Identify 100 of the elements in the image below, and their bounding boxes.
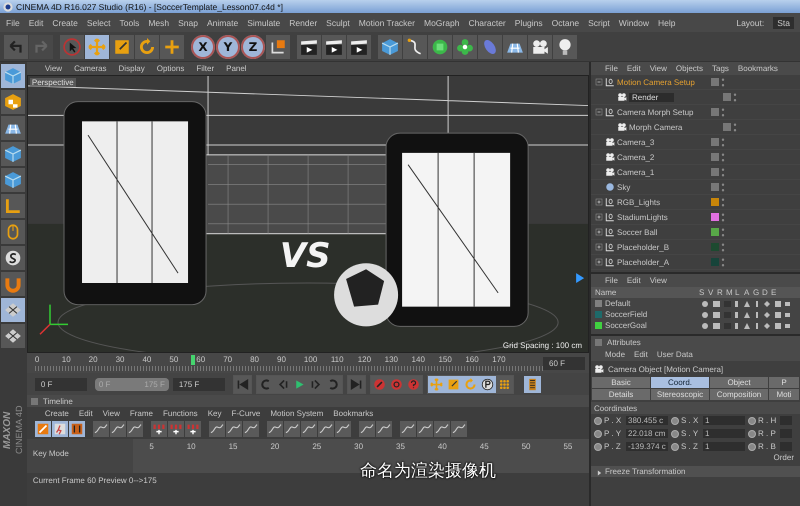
timeline-tool-button[interactable] [34, 421, 51, 437]
menu-item[interactable]: Create [44, 408, 69, 418]
attribute-tab[interactable]: Stereoscopic [651, 389, 709, 400]
visibility-dots-icon[interactable] [721, 106, 725, 118]
tool-button[interactable] [1, 194, 26, 218]
menu-item[interactable]: Motion System [270, 408, 324, 418]
object-name[interactable]: Camera_2 [617, 152, 654, 162]
menu-item[interactable]: Snap [178, 18, 198, 28]
layer-name[interactable]: SoccerGoal [605, 321, 647, 330]
current-frame-field[interactable]: 60 F [543, 356, 585, 370]
toolbar-button[interactable] [503, 34, 527, 58]
menu-item[interactable]: Mesh [148, 18, 170, 28]
menu-item[interactable]: Character [468, 18, 506, 28]
menu-item[interactable]: Tags [712, 64, 729, 73]
menu-item[interactable]: Cameras [74, 64, 107, 73]
attribute-tab[interactable]: Coord. [651, 377, 709, 388]
visibility-dots-icon[interactable] [721, 196, 725, 208]
tool-button[interactable] [1, 220, 26, 244]
object-name[interactable]: Camera_1 [617, 168, 654, 176]
menu-item[interactable]: Key [208, 408, 222, 418]
layer-flags-icon[interactable] [699, 300, 791, 308]
expand-icon[interactable] [595, 243, 603, 251]
menu-item[interactable]: Simulate [247, 18, 280, 28]
toolbar-button[interactable] [403, 34, 427, 58]
object-name[interactable]: Camera Morph Setup [617, 108, 694, 116]
object-name[interactable]: RGB_Lights [617, 198, 660, 206]
axis-lock-button[interactable]: Y [216, 34, 240, 58]
start-frame-field[interactable]: 0 F [34, 378, 87, 390]
layout-dropdown[interactable]: Sta [773, 16, 794, 28]
tool-button[interactable] [1, 298, 26, 322]
timeline-tool-button[interactable] [168, 421, 184, 437]
menu-item[interactable]: Create [52, 18, 78, 28]
attribute-tab[interactable]: Object [710, 377, 768, 388]
menu-item[interactable]: Animate [207, 18, 238, 28]
collapse-icon[interactable] [595, 78, 603, 86]
visibility-dots-icon[interactable] [721, 166, 725, 178]
menu-item[interactable]: Display [118, 64, 145, 73]
object-name[interactable]: Soccer Ball [617, 228, 658, 236]
tool-button[interactable] [1, 168, 26, 192]
expand-icon[interactable] [595, 228, 603, 236]
menu-item[interactable]: Render [289, 18, 318, 28]
toolbar-button[interactable] [378, 34, 402, 58]
timeline-button[interactable] [524, 376, 541, 392]
menu-item[interactable]: View [44, 64, 62, 73]
menu-item[interactable]: Motion Tracker [358, 18, 415, 28]
timeline-tool-button[interactable] [150, 421, 167, 437]
playhead[interactable] [191, 355, 196, 365]
menu-item[interactable]: View [650, 64, 667, 73]
menu-item[interactable]: Octane [552, 18, 580, 28]
menu-item[interactable]: Bookmarks [333, 408, 374, 418]
toolbar-button[interactable] [322, 34, 346, 58]
number-field[interactable]: 380.455 c [626, 416, 668, 425]
object-name[interactable]: StadiumLights [617, 212, 668, 222]
number-field[interactable]: 1 [703, 429, 745, 438]
menu-item[interactable]: Bookmarks [738, 64, 778, 73]
expand-icon[interactable] [595, 198, 603, 206]
menu-item[interactable]: MoGraph [424, 18, 460, 28]
menu-item[interactable]: Functions [163, 408, 198, 418]
menu-item[interactable]: Select [86, 18, 110, 28]
tool-button[interactable] [1, 64, 26, 88]
visibility-dots-icon[interactable] [721, 212, 725, 222]
layer-name[interactable]: Default [605, 299, 630, 308]
menu-item[interactable]: File [605, 276, 618, 285]
menu-item[interactable]: Mode [605, 350, 626, 359]
visibility-dots-icon[interactable] [721, 76, 725, 88]
number-field[interactable]: 1 [703, 442, 745, 451]
toolbar-button[interactable] [347, 34, 371, 58]
menu-item[interactable]: Panel [226, 64, 247, 73]
object-name[interactable]: Placeholder_A [617, 258, 670, 266]
visibility-dots-icon[interactable] [721, 242, 725, 252]
menu-item[interactable]: F-Curve [231, 408, 260, 418]
menu-item[interactable]: View [650, 276, 667, 285]
number-field[interactable]: 22.018 cm [626, 429, 668, 438]
visibility-dots-icon[interactable] [721, 136, 725, 148]
layer-name[interactable]: SoccerField [605, 310, 648, 319]
expand-icon[interactable] [595, 258, 603, 266]
tool-button[interactable] [1, 90, 26, 114]
menu-item[interactable]: Options [156, 64, 184, 73]
attribute-tab[interactable]: P [769, 377, 799, 388]
visibility-dots-icon[interactable] [721, 182, 725, 192]
attribute-tab[interactable]: Composition [710, 389, 768, 400]
expand-icon[interactable] [595, 213, 603, 221]
menu-item[interactable]: User Data [656, 350, 693, 359]
menu-item[interactable]: Sculpt [326, 18, 350, 28]
timeline-tool-button[interactable] [242, 421, 259, 437]
object-name[interactable]: Sky [617, 182, 630, 192]
visibility-dots-icon[interactable] [721, 256, 725, 268]
tool-button[interactable] [1, 246, 26, 270]
toolbar-button[interactable] [428, 34, 452, 58]
menu-item[interactable]: Edit [626, 64, 641, 73]
menu-item[interactable]: Frame [130, 408, 153, 418]
tool-button[interactable] [1, 116, 26, 140]
axis-lock-button[interactable]: X [191, 34, 215, 58]
toolbar-button[interactable] [528, 34, 552, 58]
panel-handle-icon[interactable] [595, 338, 602, 346]
timeline-tool-button[interactable] [92, 421, 109, 437]
menu-item[interactable]: File [605, 64, 618, 73]
end-frame-field[interactable]: 175 F [172, 378, 225, 390]
toolbar-button[interactable] [297, 34, 321, 58]
visibility-dots-icon[interactable] [721, 226, 725, 238]
